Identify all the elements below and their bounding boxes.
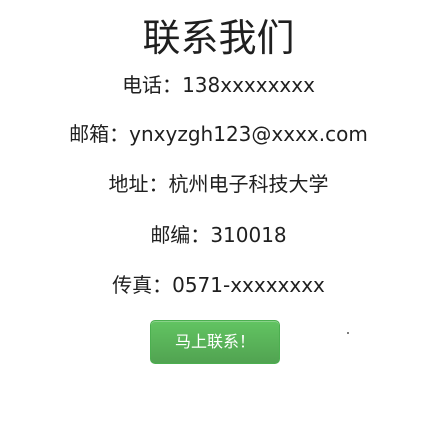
email-label: 邮箱：: [69, 122, 130, 146]
address-label: 地址：: [108, 172, 169, 196]
phone-row: 电话：138xxxxxxxx: [0, 73, 437, 97]
page-title: 联系我们: [142, 16, 295, 60]
fax-label: 传真：: [112, 273, 173, 297]
address-value: 杭州电子科技大学: [168, 172, 329, 196]
decorative-dot: [347, 332, 349, 334]
zip-label: 邮编：: [150, 223, 211, 247]
address-row: 地址：杭州电子科技大学: [0, 172, 437, 196]
email-value: ynxyzgh123@xxxx.com: [129, 122, 368, 146]
contact-page: 联系我们 电话：138xxxxxxxx 邮箱：ynxyzgh123@xxxx.c…: [0, 0, 437, 441]
fax-row: 传真：0571-xxxxxxxx: [0, 273, 437, 297]
contact-now-button[interactable]: 马上联系！: [150, 320, 280, 364]
zip-value: 310018: [210, 223, 287, 247]
email-row: 邮箱：ynxyzgh123@xxxx.com: [0, 122, 437, 146]
fax-value: 0571-xxxxxxxx: [172, 273, 325, 297]
zip-row: 邮编：310018: [0, 223, 437, 247]
phone-label: 电话：: [122, 73, 183, 97]
phone-value: 138xxxxxxxx: [182, 73, 315, 97]
